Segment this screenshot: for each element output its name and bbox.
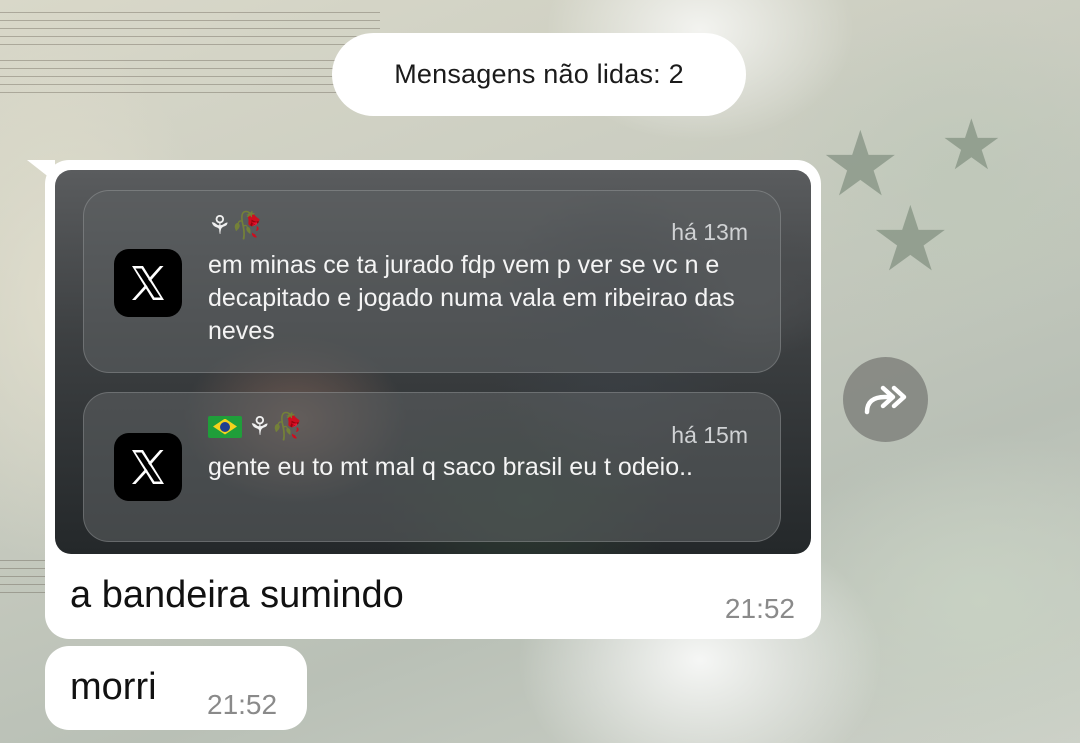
message-bubble[interactable]: morri 21:52 bbox=[45, 646, 307, 730]
notification-card: ⚘🥀 há 15m gente eu to mt mal q saco bras… bbox=[83, 392, 781, 542]
unread-messages-divider: Mensagens não lidas: 2 bbox=[332, 33, 746, 116]
message-text: morri bbox=[70, 666, 157, 708]
unread-messages-label: Mensagens não lidas: 2 bbox=[394, 59, 684, 89]
notification-card: ⚘🥀 há 13m em minas ce ta jurado fdp vem … bbox=[83, 190, 781, 373]
notification-text: gente eu to mt mal q saco brasil eu t od… bbox=[208, 453, 693, 481]
x-twitter-icon bbox=[114, 249, 182, 317]
brazil-flag-icon bbox=[208, 415, 242, 438]
message-bubble[interactable]: ⚘🥀 há 13m em minas ce ta jurado fdp vem … bbox=[45, 160, 821, 639]
star-decoration: ★ bbox=[940, 106, 1003, 184]
notification-text: em minas ce ta jurado fdp vem p ver se v… bbox=[208, 251, 735, 345]
notification-time: há 15m bbox=[671, 422, 748, 448]
notification-sender: ⚘🥀 bbox=[208, 210, 264, 241]
forward-icon bbox=[864, 385, 906, 414]
notification-sender: ⚘🥀 bbox=[208, 411, 304, 442]
notification-time: há 13m bbox=[671, 219, 748, 245]
message-time: 21:52 bbox=[724, 593, 795, 624]
message-photo[interactable]: ⚘🥀 há 13m em minas ce ta jurado fdp vem … bbox=[55, 170, 811, 554]
music-staff-decoration bbox=[0, 12, 380, 46]
message-caption: a bandeira sumindo bbox=[70, 574, 404, 616]
forward-button[interactable] bbox=[843, 357, 928, 442]
x-twitter-icon bbox=[114, 433, 182, 501]
music-staff-decoration bbox=[0, 60, 380, 94]
star-decoration: ★ bbox=[870, 190, 951, 290]
sender-emoji: ⚘🥀 bbox=[248, 411, 304, 441]
sender-emoji: ⚘🥀 bbox=[208, 210, 264, 240]
message-time: 21:52 bbox=[207, 689, 278, 720]
